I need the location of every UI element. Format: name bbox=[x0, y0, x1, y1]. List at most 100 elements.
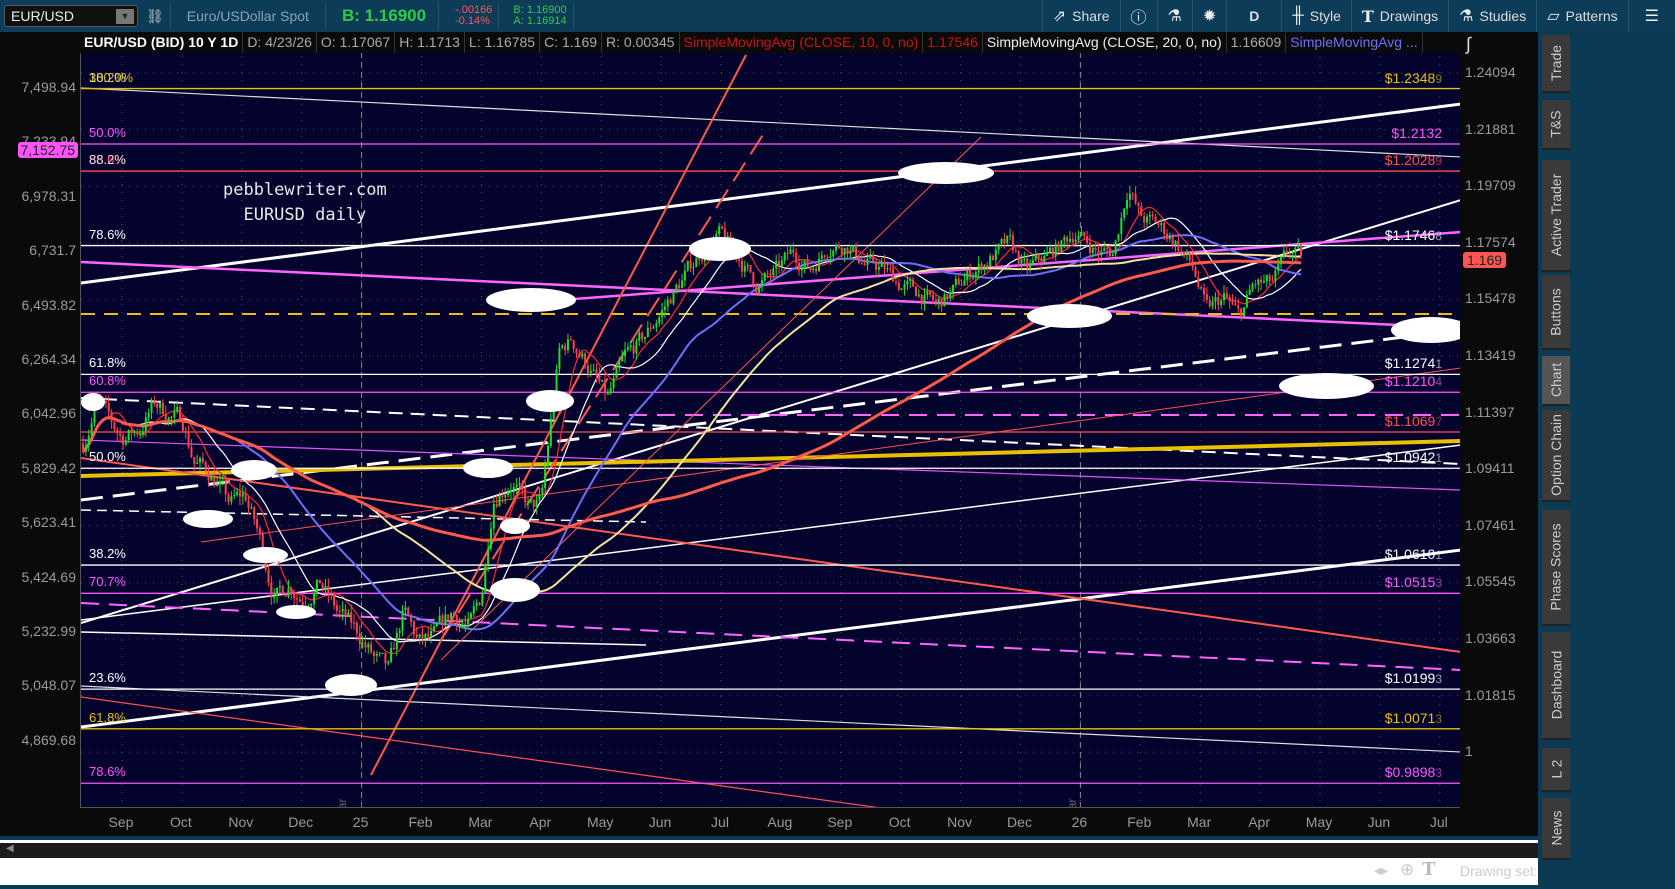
candle-body bbox=[1205, 294, 1208, 300]
highlight-ellipse[interactable] bbox=[1279, 373, 1374, 399]
highlight-ellipse[interactable] bbox=[231, 460, 277, 480]
highlight-ellipse[interactable] bbox=[500, 518, 530, 534]
sidebar-tab-chart[interactable]: Chart bbox=[1542, 356, 1570, 406]
sidebar-tab-active-trader[interactable]: Active Trader bbox=[1542, 160, 1570, 272]
scroll-left-icon[interactable]: ◀ bbox=[6, 843, 14, 854]
settings-button[interactable]: ✹ bbox=[1191, 0, 1226, 32]
candle-body bbox=[1060, 240, 1063, 252]
sidebar-tab-l-2[interactable]: L 2 bbox=[1542, 748, 1570, 792]
candle-body bbox=[820, 255, 823, 259]
candle-body bbox=[1165, 233, 1168, 239]
list-icon: ☰ bbox=[1644, 8, 1659, 25]
legend-title: EUR/USD (BID) 10 Y 1D bbox=[80, 32, 244, 53]
candle-body bbox=[518, 482, 521, 485]
candle-body bbox=[187, 432, 190, 447]
time-axis[interactable]: Sep Oct Nov Dec 25 Feb Mar Apr May Jun Jul Aug Sep Oc… bbox=[80, 808, 1460, 836]
candle-body bbox=[1240, 308, 1243, 317]
menu-button[interactable]: ☰ bbox=[1627, 0, 1675, 32]
candle-body bbox=[173, 411, 176, 418]
left-price-axis[interactable]: 7,498.947,233.946,978.316,731.76,493.826… bbox=[0, 32, 80, 836]
chart-mode-icon[interactable]: ∫ bbox=[1466, 34, 1471, 55]
highlight-ellipse[interactable] bbox=[526, 390, 574, 412]
highlight-ellipse[interactable] bbox=[81, 393, 105, 411]
candle-body bbox=[156, 403, 159, 408]
fib-price-suffix: 9 bbox=[1435, 154, 1442, 169]
candle-body bbox=[1074, 239, 1077, 242]
candle-body bbox=[438, 615, 441, 624]
sidebar-tab-option-chain[interactable]: Option Chain bbox=[1542, 410, 1570, 502]
candle-body bbox=[1131, 193, 1134, 195]
chevron-down-icon[interactable]: ▼ bbox=[116, 9, 134, 24]
drawings-button[interactable]: T Drawings bbox=[1350, 0, 1448, 32]
legend-sma-more[interactable]: SimpleMovingAvg ... bbox=[1286, 32, 1423, 53]
candle-body bbox=[1057, 244, 1060, 252]
candle-body bbox=[1251, 284, 1254, 290]
highlight-ellipse[interactable] bbox=[276, 605, 316, 619]
time-axis-label: Jul bbox=[1429, 814, 1448, 830]
style-button[interactable]: ╫ Style bbox=[1281, 0, 1350, 32]
highlight-ellipse[interactable] bbox=[486, 288, 576, 312]
info-button[interactable]: ⓘ bbox=[1119, 0, 1157, 32]
horizontal-scrollbar[interactable]: ◀ bbox=[0, 840, 1538, 858]
candle-body bbox=[412, 621, 415, 635]
highlight-ellipse[interactable] bbox=[898, 162, 994, 184]
time-axis-label: Sep bbox=[827, 814, 853, 830]
candle-body bbox=[384, 652, 387, 664]
candle-body bbox=[267, 569, 270, 583]
highlight-ellipse[interactable] bbox=[183, 510, 233, 528]
studies-button[interactable]: ⚗ Studies bbox=[1448, 0, 1536, 32]
candle-body bbox=[923, 295, 926, 305]
candle-body bbox=[798, 262, 801, 271]
period-button[interactable]: D bbox=[1226, 0, 1281, 32]
candle-body bbox=[1211, 301, 1214, 307]
candle-body bbox=[1282, 250, 1285, 257]
sidebar-tab-news[interactable]: News bbox=[1542, 798, 1570, 860]
flask-button[interactable]: ⚗ bbox=[1156, 0, 1192, 32]
trendline bbox=[81, 397, 1460, 465]
sidebar-tab-label: Option Chain bbox=[1548, 414, 1564, 496]
candle-body bbox=[1000, 238, 1003, 244]
highlight-ellipse[interactable] bbox=[490, 578, 540, 602]
top-toolbar: EUR/USD ▼ ⛓ Euro/USDollar Spot B: 1.16900… bbox=[0, 0, 1675, 32]
patterns-button[interactable]: ▱ Patterns bbox=[1536, 0, 1627, 32]
sidebar-tab-t-s[interactable]: T&S bbox=[1542, 100, 1570, 150]
sidebar-tab-buttons[interactable]: Buttons bbox=[1542, 275, 1570, 350]
symbol-selector[interactable]: EUR/USD ▼ bbox=[4, 5, 138, 27]
highlight-ellipse[interactable] bbox=[1027, 304, 1112, 328]
candle-body bbox=[1291, 252, 1294, 254]
sidebar-tab-trade[interactable]: Trade bbox=[1542, 35, 1570, 93]
highlight-ellipse[interactable] bbox=[689, 237, 751, 261]
candle-body bbox=[592, 369, 595, 371]
candle-body bbox=[792, 249, 795, 253]
drawing-set-selector[interactable]: Drawing set: 2025-0704 bbox=[1460, 863, 1536, 879]
fib-price-suffix: 7 bbox=[1435, 415, 1442, 430]
candle-body bbox=[1046, 251, 1049, 257]
highlight-ellipse[interactable] bbox=[243, 547, 288, 563]
candle-body bbox=[1054, 244, 1057, 256]
link-icon[interactable]: ⛓ bbox=[146, 8, 164, 25]
candle-body bbox=[350, 612, 353, 623]
candle-body bbox=[606, 393, 609, 395]
legend-sma20: SimpleMovingAvg (CLOSE, 20, 0, no) bbox=[983, 32, 1227, 53]
sidebar-tab-label: News bbox=[1548, 810, 1565, 846]
sidebar-tab-dashboard[interactable]: Dashboard bbox=[1542, 632, 1570, 740]
candle-body bbox=[529, 499, 532, 502]
chart-plot-area[interactable]: $1.23489 100.0% 38.2% $1.2132 50.0% $1.20289 8… bbox=[80, 32, 1460, 808]
highlight-ellipse[interactable] bbox=[325, 674, 377, 696]
share-button[interactable]: ⇗ Share bbox=[1041, 0, 1120, 32]
text-tool-icon[interactable]: T bbox=[1422, 859, 1435, 880]
time-axis-label: Oct bbox=[888, 814, 911, 830]
crosshair-icon[interactable]: ⊕ bbox=[1400, 860, 1414, 880]
candle-body bbox=[176, 406, 179, 412]
highlight-ellipse[interactable] bbox=[463, 458, 513, 478]
candle-body bbox=[398, 630, 401, 633]
candle-body bbox=[501, 495, 504, 497]
candle-body bbox=[435, 623, 438, 627]
right-price-axis[interactable]: ∫ 1.24094 1.21881 1.19709 1.17574 1.15478 1.1… bbox=[1460, 32, 1538, 836]
candle-body bbox=[430, 631, 433, 637]
sidebar-tab-phase-scores[interactable]: Phase Scores bbox=[1542, 510, 1570, 626]
sidebar-tab-label: Chart bbox=[1548, 362, 1565, 398]
fib-level-percent: 70.7% bbox=[89, 574, 126, 590]
candle-body bbox=[1120, 217, 1123, 235]
pan-icon[interactable]: ◂▸ bbox=[1374, 862, 1388, 879]
